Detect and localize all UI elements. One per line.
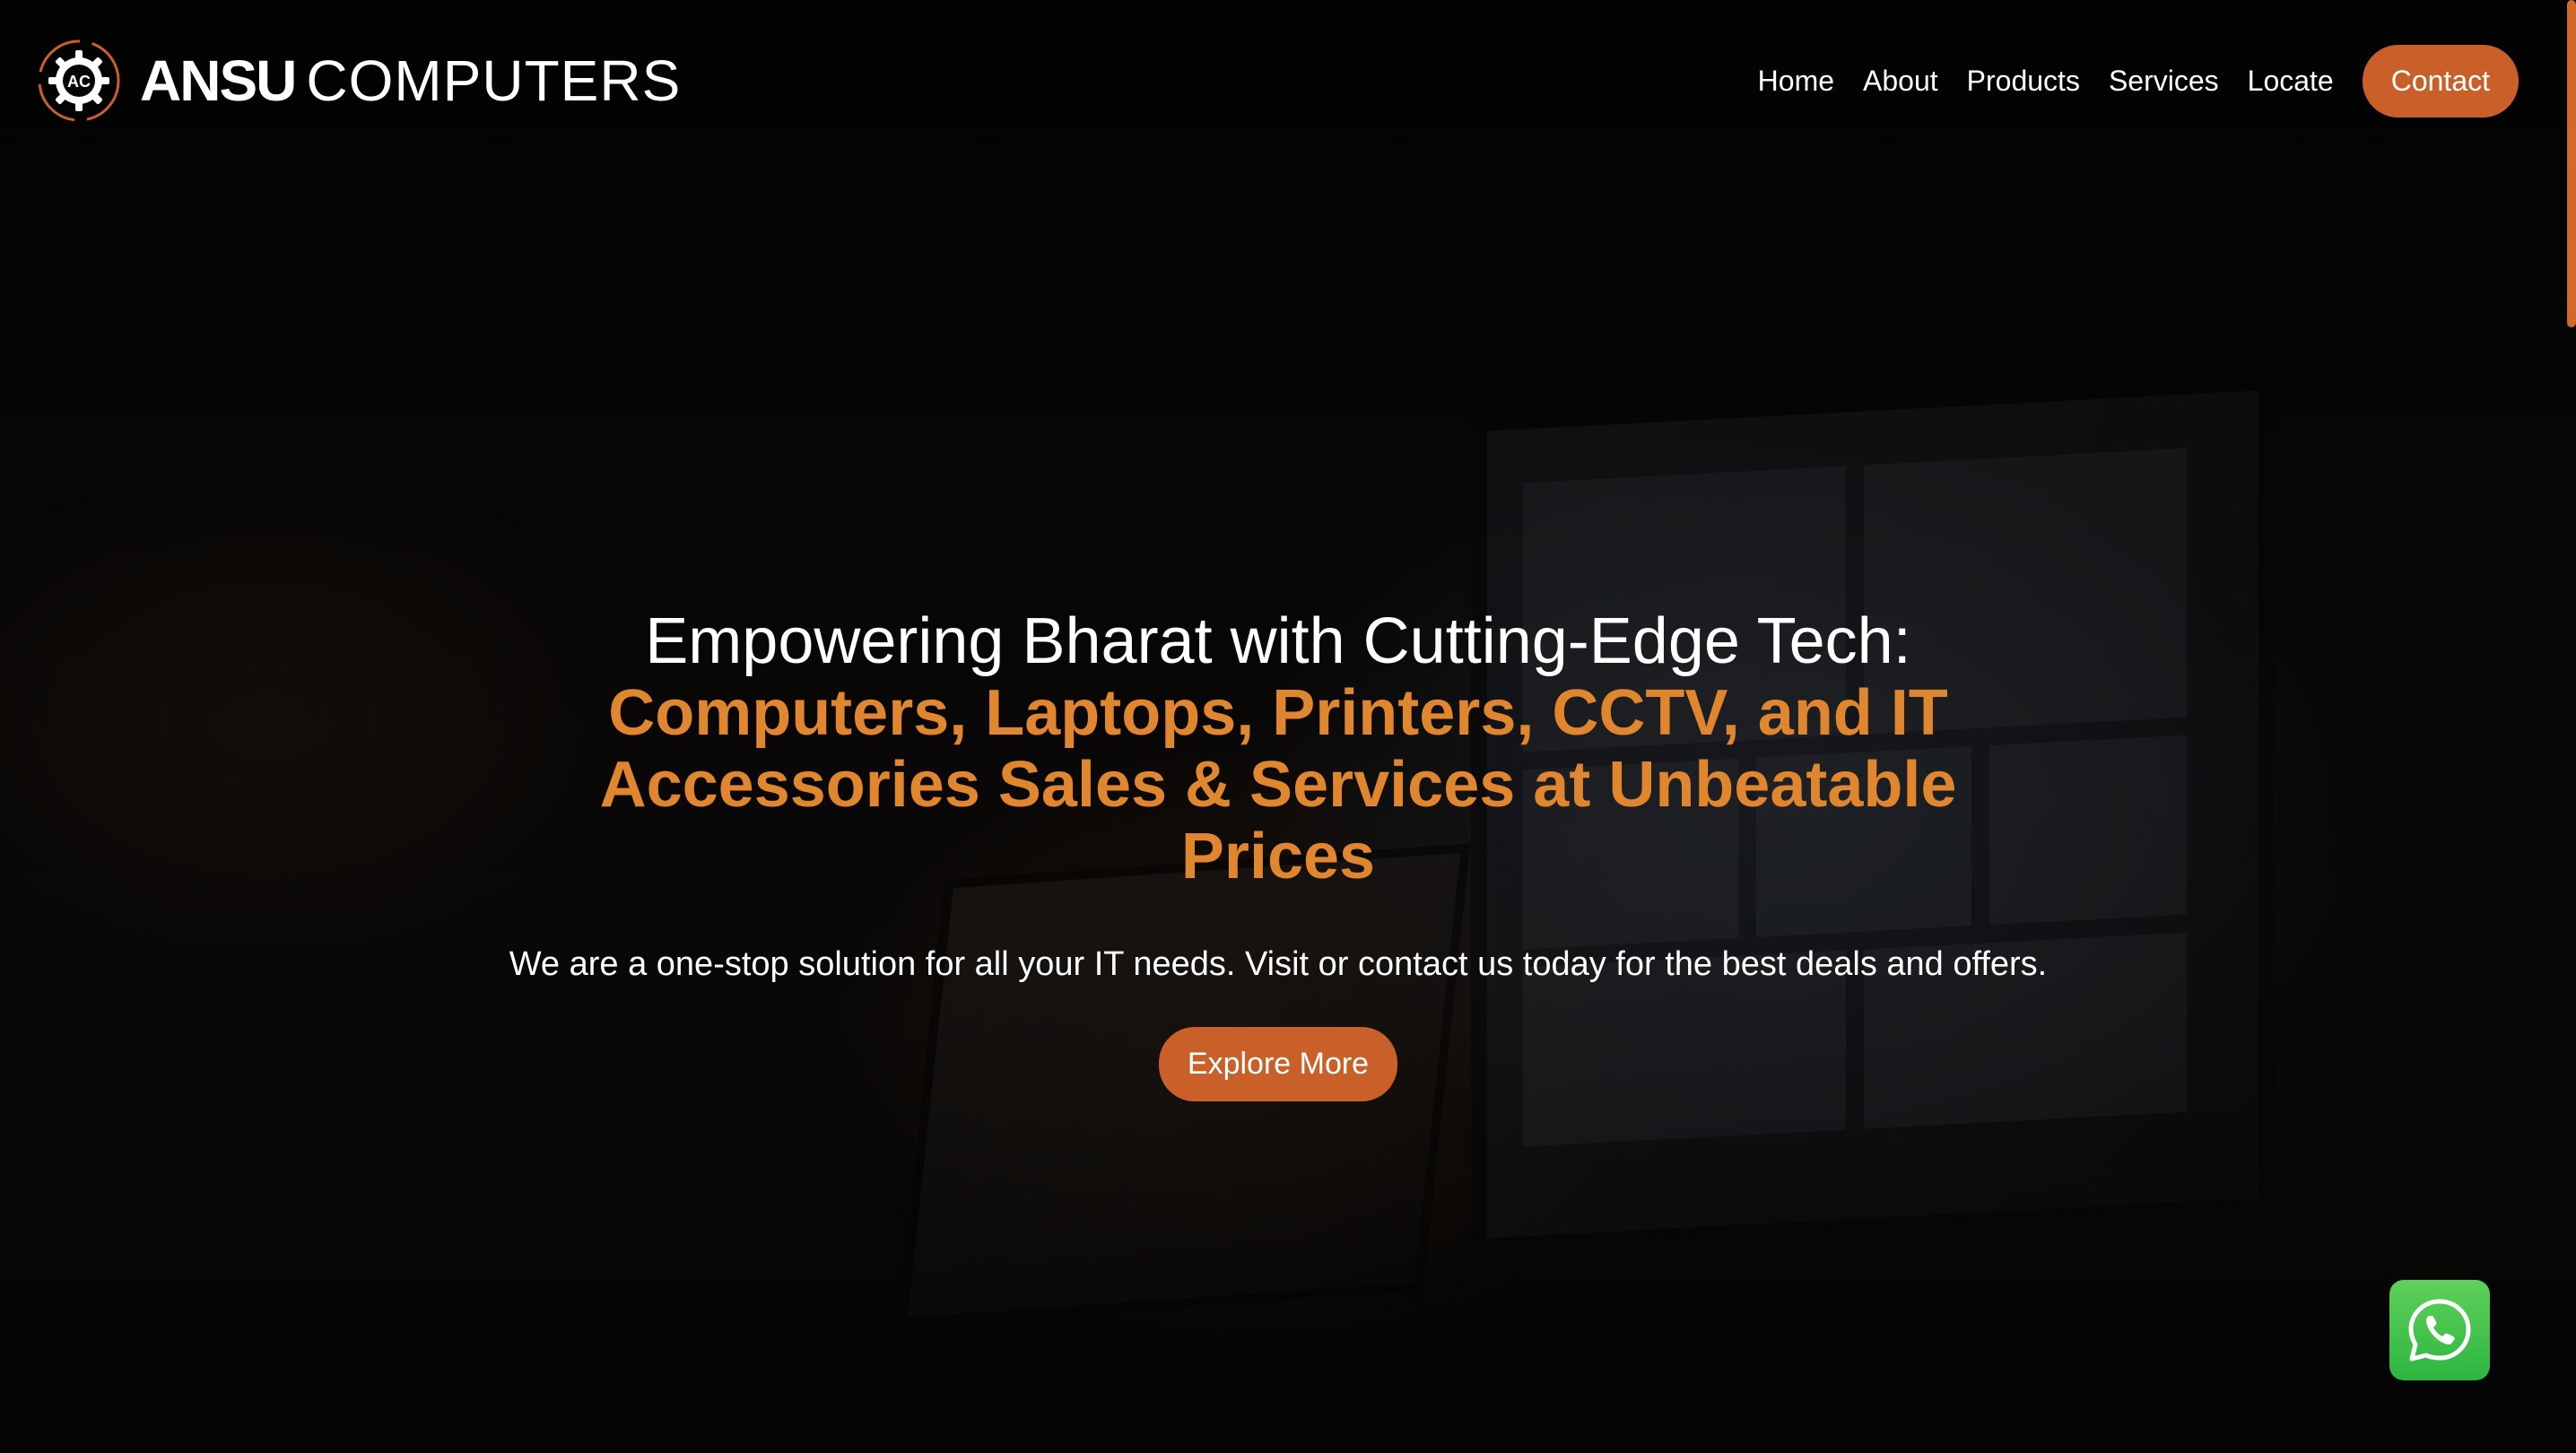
hero-subtitle: We are a one-stop solution for all your … bbox=[509, 945, 2048, 983]
brand-name-bold: ANSU bbox=[140, 48, 297, 113]
explore-more-button[interactable]: Explore More bbox=[1158, 1027, 1398, 1101]
nav-locate[interactable]: Locate bbox=[2248, 65, 2334, 98]
contact-button[interactable]: Contact bbox=[2362, 45, 2519, 117]
hero-heading-line1: Empowering Bharat with Cutting-Edge Tech… bbox=[645, 605, 1911, 677]
hero-heading: Empowering Bharat with Cutting-Edge Tech… bbox=[448, 605, 2108, 892]
hero-section: Empowering Bharat with Cutting-Edge Tech… bbox=[448, 605, 2108, 1101]
hero-heading-highlight: Computers, Laptops, Printers, CCTV, and … bbox=[599, 677, 1957, 892]
nav-about[interactable]: About bbox=[1863, 65, 1938, 98]
nav-products[interactable]: Products bbox=[1967, 65, 2080, 98]
whatsapp-icon bbox=[2408, 1299, 2471, 1362]
main-nav: Home About Products Services Locate Cont… bbox=[1758, 45, 2519, 117]
nav-services[interactable]: Services bbox=[2109, 65, 2219, 98]
brand-logo[interactable]: AC ANSU COMPUTERS bbox=[36, 38, 681, 124]
page: AC ANSU COMPUTERS Home About Products Ser… bbox=[0, 0, 2576, 1453]
svg-text:AC: AC bbox=[67, 73, 91, 91]
whatsapp-chat-button[interactable] bbox=[2389, 1280, 2490, 1380]
nav-home[interactable]: Home bbox=[1758, 65, 1834, 98]
site-header: AC ANSU COMPUTERS Home About Products Ser… bbox=[0, 0, 2576, 161]
brand-name: ANSU COMPUTERS bbox=[140, 52, 681, 109]
gear-logo-icon: AC bbox=[36, 38, 122, 124]
brand-name-light: COMPUTERS bbox=[306, 48, 682, 113]
